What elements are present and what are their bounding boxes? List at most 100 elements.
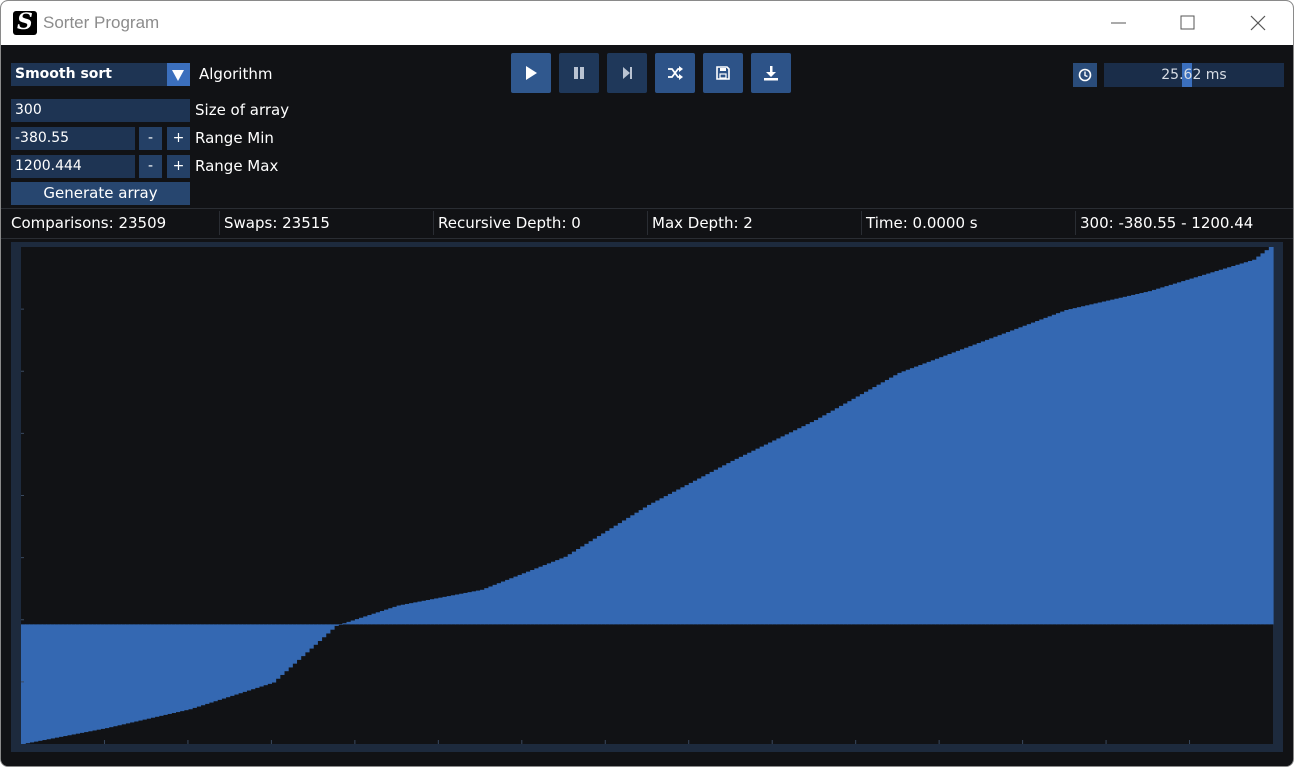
bar-chart <box>21 247 1274 744</box>
array-bar <box>772 440 777 625</box>
array-bar <box>567 554 573 625</box>
array-bar <box>492 584 498 625</box>
array-bar <box>258 624 264 687</box>
array-bar <box>755 448 761 625</box>
array-bar <box>676 489 681 625</box>
delay-slider[interactable]: 25.62 ms <box>1104 63 1284 87</box>
array-size-input[interactable]: 300 <box>11 99 190 122</box>
array-bar <box>1039 319 1045 625</box>
array-bar <box>1139 293 1145 625</box>
array-bar <box>41 624 47 741</box>
shuffle-button[interactable] <box>655 53 695 93</box>
array-bar <box>346 621 352 625</box>
array-bar <box>1114 298 1120 625</box>
array-bar <box>1268 247 1274 625</box>
array-bar <box>121 624 126 725</box>
array-bar <box>254 624 260 688</box>
array-bar <box>634 512 640 625</box>
array-bar <box>354 619 360 625</box>
array-bar <box>179 624 185 712</box>
array-bar <box>1018 327 1024 625</box>
array-bar <box>813 420 819 625</box>
array-bar <box>233 624 239 695</box>
generate-array-button[interactable]: Generate array <box>11 182 190 205</box>
array-bar <box>1147 291 1153 625</box>
array-bar <box>805 424 811 625</box>
array-bar <box>801 426 807 625</box>
array-bar <box>338 624 343 625</box>
array-bar <box>158 624 164 716</box>
download-button[interactable] <box>751 53 791 93</box>
array-bar <box>58 624 64 737</box>
array-bar <box>826 412 832 625</box>
stats-bottom-divider <box>1 238 1293 239</box>
array-bar <box>242 624 247 692</box>
swaps-stat: Swaps: 23515 <box>224 214 330 232</box>
range-max-input[interactable]: 1200.444 <box>11 155 135 178</box>
array-bar <box>1264 250 1270 625</box>
array-bar <box>409 603 414 625</box>
array-bar <box>626 517 631 625</box>
array-bar <box>96 624 101 730</box>
array-bar <box>296 624 302 660</box>
array-bar <box>154 624 160 717</box>
play-button[interactable] <box>511 53 551 93</box>
array-bar <box>25 624 30 744</box>
array-bar <box>580 546 585 625</box>
range-max-increment-button[interactable]: + <box>167 155 190 178</box>
range-min-increment-button[interactable]: + <box>167 127 190 150</box>
maximize-button[interactable] <box>1153 1 1223 45</box>
array-bar <box>1227 267 1232 625</box>
array-bar <box>396 605 402 625</box>
array-bar <box>91 624 97 731</box>
array-bar <box>246 624 252 691</box>
array-bar <box>417 601 423 625</box>
array-bar <box>1256 256 1262 625</box>
algorithm-dropdown-button[interactable] <box>167 63 190 86</box>
array-bar <box>192 624 197 708</box>
save-button[interactable] <box>703 53 743 93</box>
range-max-decrement-button[interactable]: - <box>139 155 162 178</box>
array-bar <box>905 369 911 625</box>
array-bar <box>601 533 606 625</box>
array-bar <box>1106 300 1111 625</box>
array-bar <box>692 480 698 625</box>
array-bar <box>1210 272 1216 625</box>
array-bar <box>1060 311 1065 625</box>
array-bar <box>421 600 427 625</box>
array-bar <box>868 389 873 625</box>
array-bar <box>1143 292 1149 625</box>
minimize-button[interactable] <box>1084 1 1154 45</box>
array-bar <box>918 365 924 625</box>
array-bar <box>1151 289 1157 625</box>
range-min-decrement-button[interactable]: - <box>139 127 162 150</box>
algorithm-select[interactable]: Smooth sort <box>11 63 167 86</box>
stats-divider <box>861 211 862 235</box>
array-bar <box>459 593 464 625</box>
array-bar <box>1122 296 1128 625</box>
array-bar <box>1218 269 1224 625</box>
title-bar[interactable]: S Sorter Program <box>1 1 1293 45</box>
array-bar <box>87 624 93 732</box>
array-bar <box>530 569 535 625</box>
array-bar <box>75 624 81 734</box>
array-bar <box>638 510 644 625</box>
array-bar <box>609 528 615 625</box>
pause-button[interactable] <box>559 53 599 93</box>
array-bar <box>742 454 748 625</box>
array-bar <box>538 566 544 625</box>
array-bar <box>371 613 377 625</box>
array-bar <box>71 624 76 735</box>
array-bar <box>818 417 823 625</box>
array-bar <box>100 624 106 729</box>
array-bar <box>137 624 143 721</box>
array-bar <box>738 456 744 625</box>
range-min-input[interactable]: -380.55 <box>11 127 135 150</box>
array-bar <box>1172 283 1178 625</box>
step-forward-button[interactable] <box>607 53 647 93</box>
array-bar <box>1068 309 1074 625</box>
close-button[interactable] <box>1223 1 1293 45</box>
array-bar <box>350 620 356 625</box>
array-bar <box>964 347 969 625</box>
delay-clock-button[interactable] <box>1073 63 1097 87</box>
